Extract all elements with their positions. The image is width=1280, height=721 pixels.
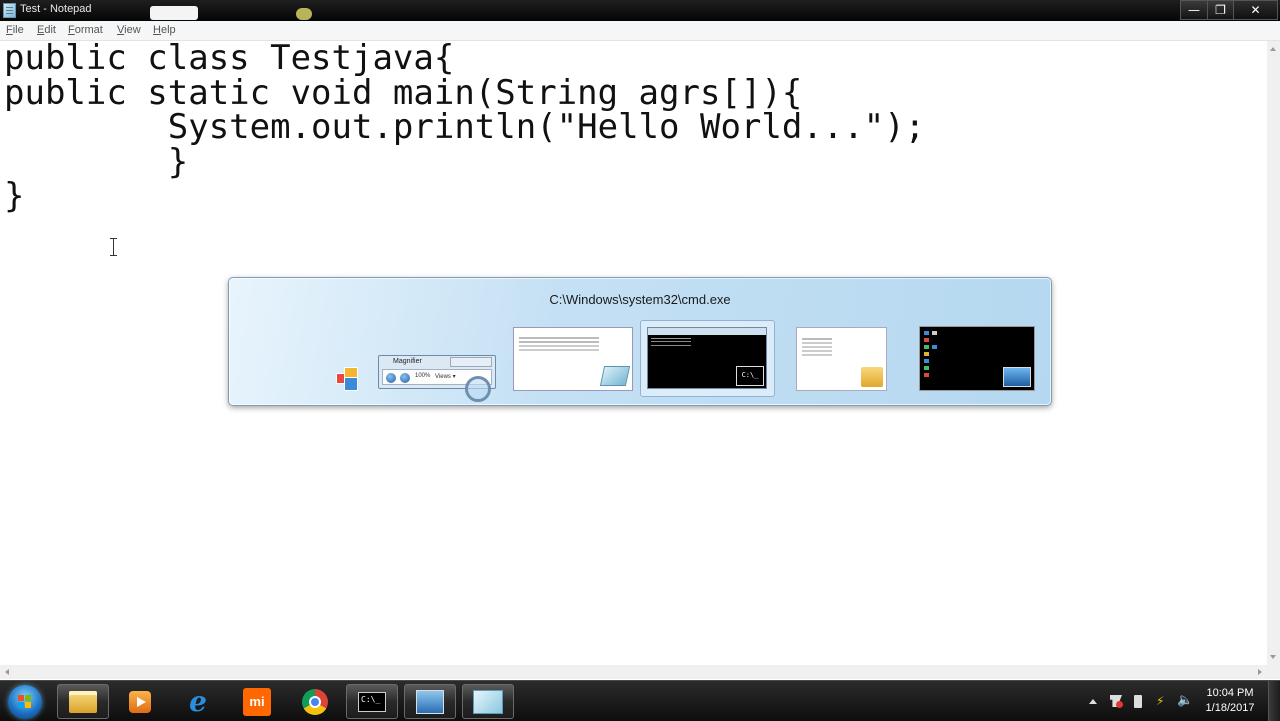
taskbar-media-player-button[interactable] bbox=[114, 684, 166, 719]
taskbar-chrome-button[interactable] bbox=[289, 684, 341, 719]
taskbar-internet-explorer-button[interactable]: e bbox=[172, 684, 224, 719]
window-title: Test - Notepad bbox=[20, 3, 92, 15]
taskbar-notepad-button[interactable] bbox=[462, 684, 514, 719]
minimize-button[interactable]: — bbox=[1180, 0, 1208, 20]
menu-file[interactable]: File bbox=[6, 24, 24, 36]
clock-time: 10:04 PM bbox=[1206, 687, 1254, 699]
explorer-window-thumbnail[interactable] bbox=[796, 327, 887, 391]
zoom-out-icon bbox=[386, 373, 396, 383]
mi-icon: mi bbox=[243, 687, 271, 716]
start-button[interactable] bbox=[8, 685, 42, 719]
volume-icon[interactable]: 🔈 bbox=[1177, 694, 1193, 707]
scroll-down-icon[interactable] bbox=[1270, 655, 1276, 659]
system-clock[interactable]: 10:04 PM 1/18/2017 bbox=[1198, 686, 1262, 716]
magnifier-lens-icon bbox=[465, 376, 491, 402]
folder-icon bbox=[861, 367, 883, 387]
menu-edit[interactable]: Edit bbox=[37, 24, 56, 36]
taskbar: e mi C:\_ ⚡ 🔈 10:04 PM 1/18/2017 bbox=[0, 680, 1280, 721]
menu-format[interactable]: Format bbox=[68, 24, 103, 36]
taskbar-magnifier-button[interactable] bbox=[404, 684, 456, 719]
text-cursor-icon bbox=[110, 238, 117, 256]
internet-explorer-icon: e bbox=[189, 684, 207, 718]
switcher-selected-title: C:\Windows\system32\cmd.exe bbox=[549, 292, 731, 307]
chrome-icon bbox=[302, 688, 328, 715]
title-bar-reflection bbox=[296, 8, 312, 20]
window-switcher: C:\Windows\system32\cmd.exe Magnifier 10… bbox=[228, 277, 1052, 406]
scroll-left-icon[interactable] bbox=[5, 669, 9, 675]
notepad-window-thumbnail[interactable] bbox=[513, 327, 633, 391]
restore-button[interactable]: ❐ bbox=[1207, 0, 1234, 20]
action-center-alert-icon bbox=[1116, 701, 1123, 708]
windows-logo-icon bbox=[18, 695, 32, 709]
menu-help[interactable]: Help bbox=[153, 24, 176, 36]
monitor-icon bbox=[1003, 367, 1031, 387]
show-hidden-icons-icon[interactable] bbox=[1089, 699, 1097, 704]
magnifier-window-buttons bbox=[450, 357, 492, 367]
clock-date: 1/18/2017 bbox=[1205, 702, 1255, 714]
taskbar-cmd-button[interactable]: C:\_ bbox=[346, 684, 398, 719]
notepad-icon bbox=[599, 366, 631, 386]
editor-text[interactable]: public class Testjava{ public static voi… bbox=[4, 41, 925, 214]
scrollbar-corner bbox=[1267, 665, 1280, 679]
horizontal-scrollbar[interactable] bbox=[0, 665, 1267, 679]
show-desktop-button[interactable] bbox=[1268, 681, 1280, 721]
battery-icon[interactable] bbox=[1134, 695, 1142, 708]
magnifier-thumbnail-title: Magnifier bbox=[393, 358, 422, 365]
desktop-thumbnail[interactable] bbox=[919, 326, 1035, 391]
title-bar[interactable]: Test - Notepad — ❐ ✕ bbox=[0, 0, 1280, 21]
cmd-window-thumbnail[interactable]: C:\_ bbox=[647, 327, 767, 389]
explorer-icon bbox=[69, 690, 97, 713]
notepad-icon bbox=[473, 689, 503, 714]
magnifier-window-thumbnail[interactable]: Magnifier 100% Views ▾ bbox=[378, 355, 496, 402]
scroll-up-icon[interactable] bbox=[1270, 47, 1276, 51]
scroll-right-icon[interactable] bbox=[1258, 669, 1262, 675]
menu-bar: File Edit Format View Help bbox=[0, 21, 1280, 41]
close-button[interactable]: ✕ bbox=[1233, 0, 1278, 20]
desktop-switcher-icon[interactable] bbox=[336, 367, 360, 391]
cmd-icon: C:\_ bbox=[736, 366, 764, 386]
media-player-icon bbox=[129, 690, 151, 713]
title-bar-reflection bbox=[150, 6, 198, 20]
network-icon[interactable]: ⚡ bbox=[1156, 695, 1170, 707]
taskbar-mi-button[interactable]: mi bbox=[231, 684, 283, 719]
cmd-icon: C:\_ bbox=[358, 691, 386, 712]
zoom-in-icon bbox=[400, 373, 410, 383]
vertical-scrollbar[interactable] bbox=[1267, 41, 1280, 665]
menu-view[interactable]: View bbox=[117, 24, 141, 36]
magnifier-zoom-level: 100% bbox=[415, 373, 431, 379]
notepad-app-icon[interactable] bbox=[3, 3, 16, 18]
magnifier-icon bbox=[416, 689, 444, 714]
taskbar-explorer-button[interactable] bbox=[57, 684, 109, 719]
magnifier-views-label: Views ▾ bbox=[435, 374, 456, 380]
